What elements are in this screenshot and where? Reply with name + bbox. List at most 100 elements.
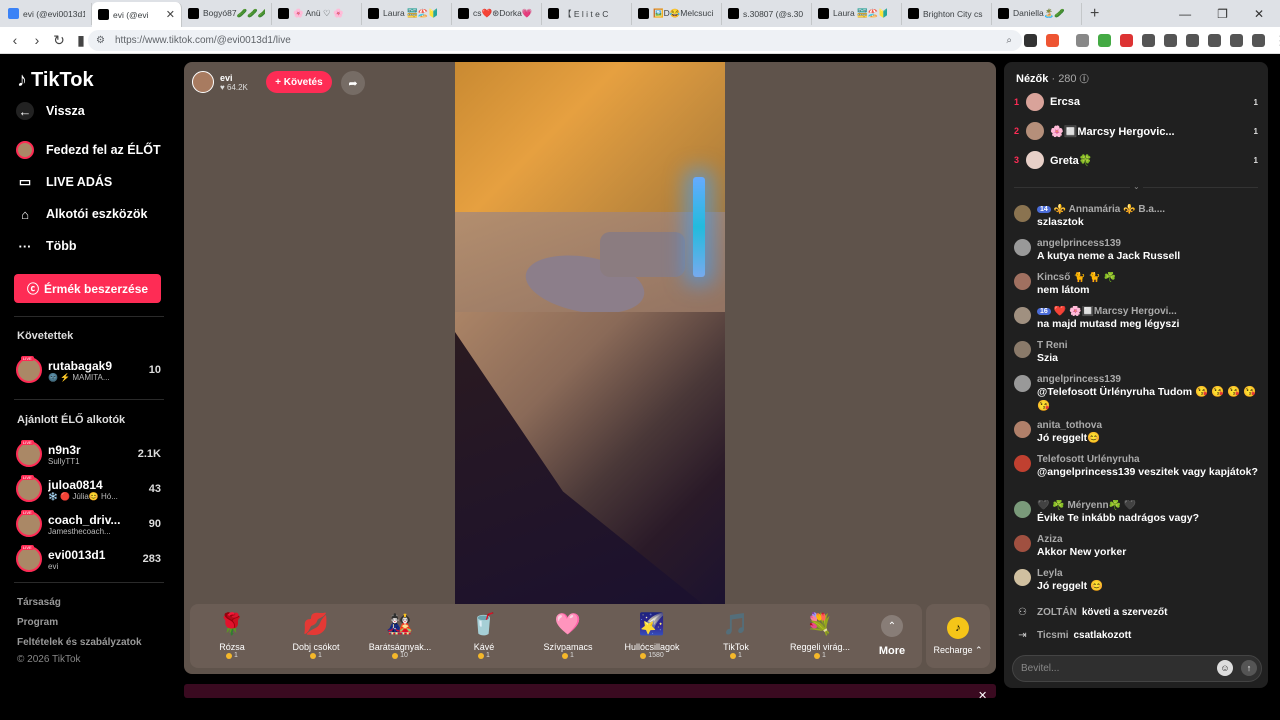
- site-settings-icon[interactable]: ⚙: [96, 35, 105, 46]
- gift-item[interactable]: 🎎 Barátságnyak... 10: [358, 604, 442, 668]
- sidebar-nav-item[interactable]: ··· Több: [16, 237, 77, 255]
- browser-tab[interactable]: evi (@evi ✕: [92, 2, 182, 27]
- puzzle-icon[interactable]: [1186, 34, 1199, 47]
- extension-icon[interactable]: [1252, 34, 1265, 47]
- gift-item[interactable]: 🌹 Rózsa 1: [190, 604, 274, 668]
- help-icon[interactable]: ⓘ: [1080, 74, 1089, 84]
- bottom-banner[interactable]: [184, 684, 996, 698]
- gift-item[interactable]: 🥤 Kávé 1: [442, 604, 526, 668]
- url-input[interactable]: ⚙ https://www.tiktok.com/@evi0013d1/live…: [88, 30, 1022, 51]
- top-viewer-row[interactable]: 1 Ercsa 1: [1014, 92, 1258, 112]
- chat-message[interactable]: 16 ❤️ 🌸🔲Marcsy Hergovi... na majd mutasd m…: [1014, 306, 1260, 331]
- more-gifts-button[interactable]: ⌃ More: [862, 615, 922, 657]
- tab-title: s.30807 (@s.30: [743, 8, 804, 19]
- sidebar-nav-item[interactable]: ⌂ Alkotói eszközök: [16, 205, 147, 223]
- chat-message[interactable]: anita_tothova Jó reggelt😊: [1014, 420, 1260, 445]
- top-viewer-row[interactable]: 3 Greta🍀 1: [1014, 150, 1258, 170]
- close-tab-icon[interactable]: ✕: [166, 8, 175, 21]
- get-coins-button[interactable]: ⓒ Érmék beszerzése: [14, 274, 161, 303]
- new-tab-icon[interactable]: +: [1090, 5, 1099, 23]
- recommended-title: Ajánlott ÉLŐ alkotók: [17, 414, 126, 426]
- creator-item[interactable]: LIVE evi0013d1 evi 283: [16, 544, 161, 574]
- sidebar-nav-item[interactable]: Fedezd fel az ÉLŐT: [16, 141, 161, 159]
- share-icon[interactable]: ➦: [341, 71, 365, 95]
- creator-item[interactable]: LIVE rutabagak9 🌚 ⚡ MAMITA... 10: [16, 355, 161, 385]
- menu-icon[interactable]: ⋮: [1274, 33, 1280, 49]
- gift-item[interactable]: 🩷 Szívpamacs 1: [526, 604, 610, 668]
- chat-message[interactable]: T Reni Szia: [1014, 340, 1260, 365]
- browser-tab[interactable]: evi (@evi0013d1: [2, 2, 92, 25]
- close-icon[interactable]: ✕: [978, 689, 987, 702]
- viewers-title[interactable]: Nézők · 280 ⓘ: [1016, 72, 1089, 85]
- gift-name: Rózsa: [219, 642, 245, 652]
- message-text: Akkor New yorker: [1037, 546, 1127, 558]
- browser-tab[interactable]: cs❤️⊛Dorka💗: [452, 2, 542, 25]
- creator-viewer-count: 10: [148, 364, 161, 376]
- live-video[interactable]: [455, 62, 725, 604]
- footer-link[interactable]: Program: [17, 617, 58, 628]
- minimize-icon[interactable]: —: [1179, 7, 1191, 21]
- send-icon[interactable]: ↑: [1241, 660, 1257, 676]
- chat-message[interactable]: Aziza Akkor New yorker: [1014, 534, 1260, 559]
- reload-icon[interactable]: ↻: [48, 32, 70, 49]
- browser-tab[interactable]: 【 E l i t e C: [542, 2, 632, 25]
- chat-message[interactable]: Leyla Jó reggelt 😊: [1014, 568, 1260, 593]
- shield-icon[interactable]: [1024, 34, 1037, 47]
- recharge-button[interactable]: ♪ Recharge ⌃: [926, 604, 990, 668]
- forward-icon[interactable]: ›: [26, 32, 48, 48]
- emoji-icon[interactable]: ☺: [1217, 660, 1233, 676]
- back-icon[interactable]: ‹: [4, 32, 26, 48]
- browser-tab[interactable]: Laura 🚟🏖️🔰: [812, 2, 902, 25]
- chat-message[interactable]: 🖤 ☘️ Méryenn☘️ 🖤 Évike Te inkább nadrágos…: [1014, 500, 1260, 525]
- footer-link[interactable]: Feltételek és szabályzatok: [17, 637, 142, 648]
- top-viewer-row[interactable]: 2 🌸🔲Marcsy Hergovic... 1: [1014, 121, 1258, 141]
- system-user[interactable]: Ticsmi: [1037, 630, 1069, 641]
- gift-item[interactable]: 🎵 TikTok 1: [694, 604, 778, 668]
- extension-icon[interactable]: [1230, 34, 1243, 47]
- creator-item[interactable]: LIVE n9n3r SullyTT1 2.1K: [16, 439, 161, 469]
- extension-icon[interactable]: [1142, 34, 1155, 47]
- extension-icon[interactable]: [1164, 34, 1177, 47]
- sidebar-nav-item[interactable]: ▭ LIVE ADÁS: [16, 173, 112, 191]
- close-icon[interactable]: ✕: [1254, 7, 1264, 21]
- browser-tab[interactable]: 🖼️D😂Melcsuci: [632, 2, 722, 25]
- browser-tab[interactable]: Bogyó87🥒🥒🥒: [182, 2, 272, 25]
- creator-item[interactable]: LIVE coach_driv... Jamesthecoach... 90: [16, 509, 161, 539]
- tiktok-favicon-icon: [548, 8, 559, 19]
- browser-tab[interactable]: 🌸 Anü ♡ 🌸: [272, 2, 362, 25]
- browser-tab[interactable]: Laura 🚟🏖️🔰: [362, 2, 452, 25]
- chat-message[interactable]: angelprincess139 A kutya neme a Jack Russ…: [1014, 238, 1260, 263]
- gift-item[interactable]: 🌠 Hullócsillagok 1580: [610, 604, 694, 668]
- host-avatar[interactable]: [192, 71, 214, 93]
- extension-icon[interactable]: [1120, 34, 1133, 47]
- gift-item[interactable]: 💐 Reggeli virág... 1: [778, 604, 862, 668]
- maximize-icon[interactable]: ❐: [1217, 7, 1228, 21]
- system-user[interactable]: ZOLTÁN: [1037, 607, 1077, 618]
- chat-message[interactable]: 14 ⚜️ Annamária ⚜️ B.a.... szlasztok: [1014, 204, 1260, 229]
- chat-input[interactable]: Bevitel... ☺ ↑: [1012, 655, 1262, 682]
- extension-icon[interactable]: [1046, 34, 1059, 47]
- chevron-down-icon[interactable]: ⌄: [1130, 182, 1143, 191]
- chat-message[interactable]: Telefosott Ürlényruha @angelprincess139 v…: [1014, 454, 1260, 479]
- tab-title: 【 E l i t e C: [563, 8, 609, 19]
- chat-message[interactable]: angelprincess139 @Telefosott Ürlényruha T…: [1014, 374, 1260, 413]
- creator-item[interactable]: LIVE juloa0814 ❄️ 🔴 Júlia😊 Hó... 43: [16, 474, 161, 504]
- host-name[interactable]: evi: [220, 73, 248, 83]
- extension-icon[interactable]: [1098, 34, 1111, 47]
- browser-tab[interactable]: Brighton City cs: [902, 2, 992, 25]
- follow-button[interactable]: + Követés: [265, 71, 332, 93]
- browser-tab[interactable]: s.30807 (@s.30: [722, 2, 812, 25]
- tiktok-logo[interactable]: ♪ TikTok: [17, 69, 94, 92]
- sidebar-icon[interactable]: [1208, 34, 1221, 47]
- zoom-icon[interactable]: ⌕: [1006, 35, 1012, 46]
- creator-name: evi0013d1: [48, 547, 106, 562]
- gift-item[interactable]: 💋 Dobj csókot 1: [274, 604, 358, 668]
- extension-icon[interactable]: [1076, 34, 1089, 47]
- back-link[interactable]: ← Vissza: [16, 102, 85, 120]
- gift-icon: 💋: [302, 613, 330, 636]
- browser-tab[interactable]: Daniella🏝️🥒: [992, 2, 1082, 25]
- message-user: 14 ⚜️ Annamária ⚜️ B.a....: [1037, 204, 1260, 215]
- footer-link[interactable]: Társaság: [17, 597, 61, 608]
- gift-price-value: 1: [486, 652, 490, 659]
- chat-message[interactable]: Kincső 🐈 🐈 ☘️ nem látom: [1014, 272, 1260, 297]
